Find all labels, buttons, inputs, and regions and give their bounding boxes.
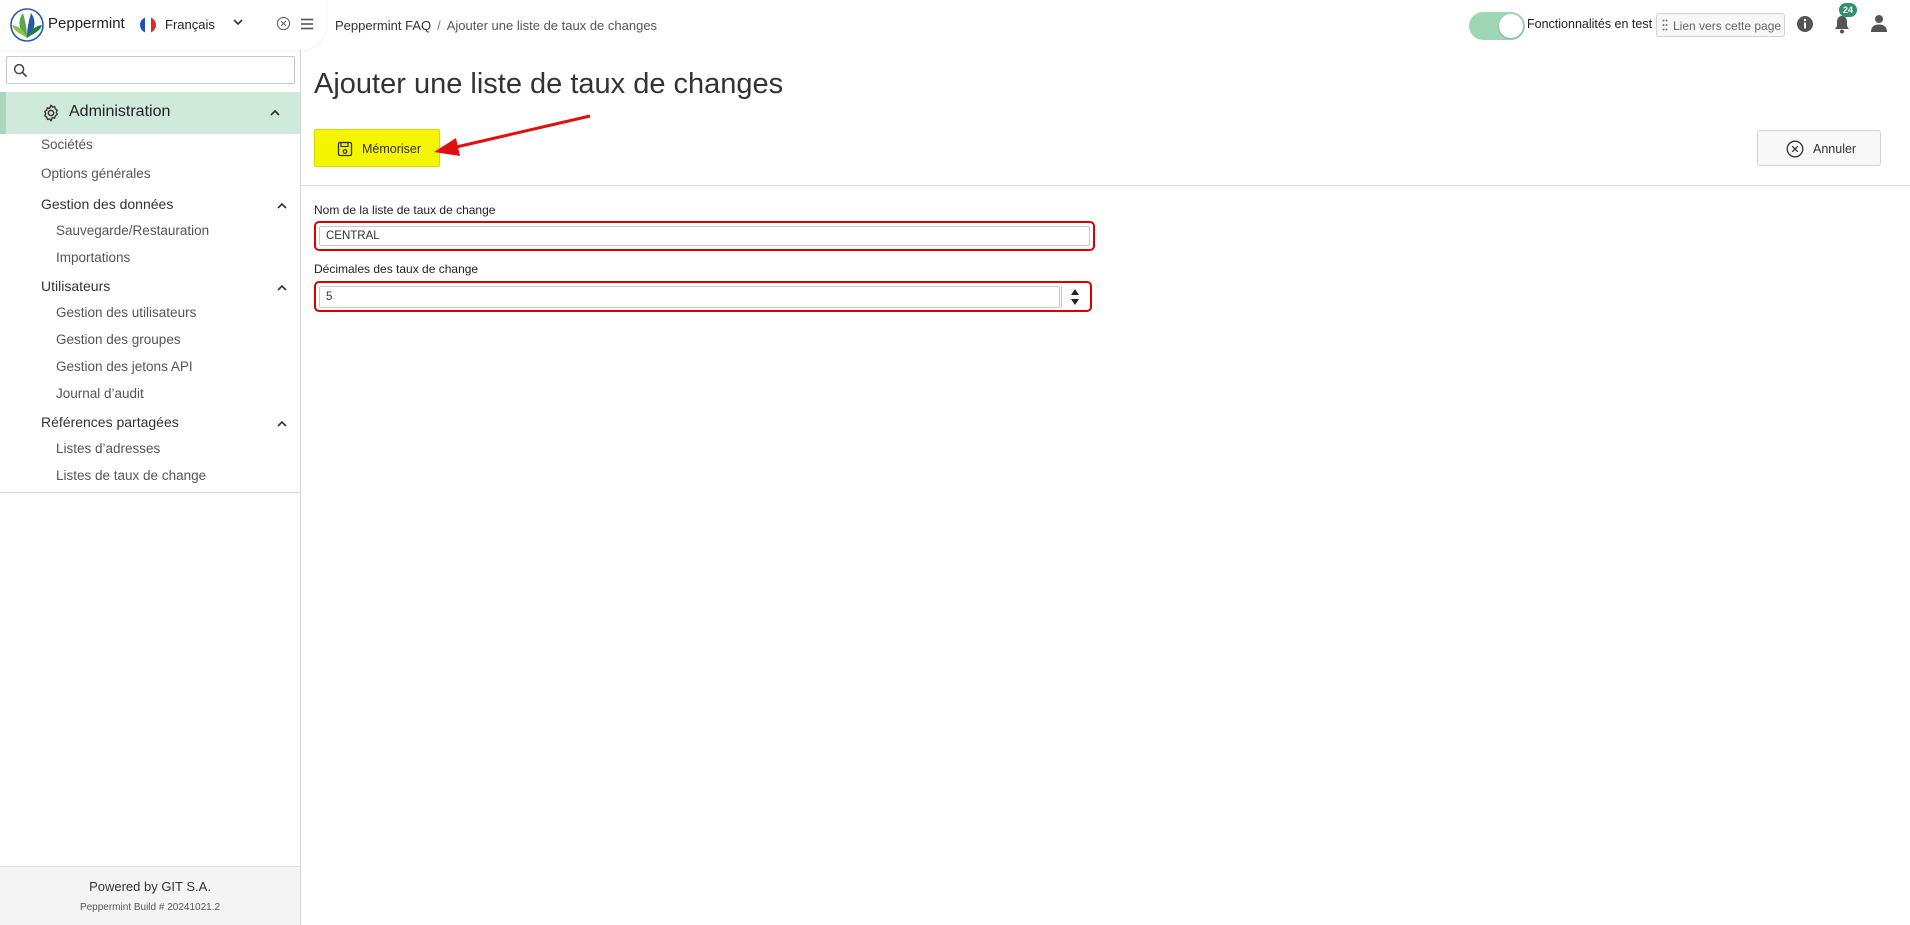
page-link-button[interactable]: Lien vers cette page <box>1656 13 1785 37</box>
sidebar-divider <box>0 492 300 493</box>
gear-icon <box>44 104 58 122</box>
sidebar-item-sauvegarde[interactable]: Sauvegarde/Restauration <box>56 223 209 238</box>
drag-grip-icon <box>1662 19 1668 31</box>
stepper-down-icon[interactable] <box>1071 299 1079 305</box>
save-button[interactable]: Mémoriser <box>314 129 440 167</box>
sidebar-section-administration[interactable]: Administration <box>0 92 300 134</box>
breadcrumb: Peppermint FAQ / Ajouter une liste de taux… <box>335 18 657 33</box>
sidebar-item-gestion-utilisateurs[interactable]: Gestion des utilisateurs <box>56 305 196 320</box>
cancel-button[interactable]: Annuler <box>1757 130 1881 166</box>
bell-icon[interactable] <box>1833 14 1851 34</box>
build-number: Peppermint Build # 20241021.2 <box>79 902 221 913</box>
sidebar-item-options-generales[interactable]: Options générales <box>41 166 151 181</box>
page-title: Ajouter une liste de taux de changes <box>314 68 784 100</box>
sidebar-group-gestion-donnees[interactable]: Gestion des données <box>41 196 173 212</box>
chevron-up-icon[interactable] <box>268 106 282 120</box>
hamburger-menu-icon[interactable] <box>300 17 314 31</box>
annotation-arrow-icon <box>434 114 591 156</box>
page-link-label: Lien vers cette page <box>1673 19 1782 33</box>
sidebar-section-label: Administration <box>69 103 171 120</box>
breadcrumb-home-link[interactable]: Peppermint FAQ <box>335 18 431 33</box>
decimals-stepper[interactable] <box>1061 286 1087 308</box>
sidebar-item-journal-audit[interactable]: Journal d’audit <box>56 386 144 401</box>
save-icon <box>337 141 353 157</box>
peppermint-logo-icon[interactable] <box>9 7 45 43</box>
features-toggle[interactable] <box>1469 12 1525 40</box>
brand-bar: Peppermint Français <box>0 0 326 50</box>
stepper-up-icon[interactable] <box>1071 289 1079 295</box>
france-flag-icon <box>140 17 156 33</box>
sidebar-search[interactable] <box>6 56 295 84</box>
decimals-field[interactable] <box>319 286 1060 308</box>
chevron-up-icon[interactable] <box>275 281 289 295</box>
sidebar-footer: Powered by GIT S.A. Peppermint Build # 2… <box>0 866 300 925</box>
save-button-label: Mémoriser <box>362 142 422 156</box>
decimals-field-highlight <box>314 281 1092 312</box>
close-circle-icon <box>1786 140 1804 158</box>
sidebar-item-gestion-groupes[interactable]: Gestion des groupes <box>56 332 181 347</box>
decimals-field-label: Décimales des taux de change <box>314 262 479 276</box>
toolbar-divider <box>301 185 1910 186</box>
features-label: Fonctionnalités en test <box>1527 17 1653 31</box>
name-field-highlight <box>314 221 1095 251</box>
sidebar-item-jetons-api[interactable]: Gestion des jetons API <box>56 359 193 374</box>
sidebar: Administration Sociétés Options générale… <box>0 0 301 925</box>
chevron-down-icon[interactable] <box>231 15 245 29</box>
chevron-up-icon[interactable] <box>275 417 289 431</box>
cancel-button-label: Annuler <box>1813 142 1857 156</box>
name-field-label: Nom de la liste de taux de change <box>314 203 496 217</box>
powered-by: Powered by GIT S.A. <box>89 879 211 894</box>
breadcrumb-separator: / <box>437 18 441 33</box>
info-icon[interactable] <box>1796 15 1814 33</box>
sidebar-group-utilisateurs[interactable]: Utilisateurs <box>41 278 110 294</box>
search-input[interactable] <box>33 60 288 80</box>
toggle-knob <box>1499 14 1523 38</box>
breadcrumb-current: Ajouter une liste de taux de changes <box>446 18 658 33</box>
sidebar-group-references[interactable]: Références partagées <box>41 414 179 430</box>
search-icon <box>13 63 28 78</box>
chevron-up-icon[interactable] <box>275 199 289 213</box>
language-selector[interactable]: Français <box>165 17 215 32</box>
notification-badge: 24 <box>1839 3 1857 17</box>
sidebar-item-importations[interactable]: Importations <box>56 250 130 265</box>
sidebar-item-listes-adresses[interactable]: Listes d’adresses <box>56 441 160 456</box>
user-icon[interactable] <box>1870 14 1888 32</box>
sidebar-item-listes-taux-change[interactable]: Listes de taux de change <box>56 468 206 483</box>
close-circle-icon[interactable] <box>276 16 291 31</box>
sidebar-item-societes[interactable]: Sociétés <box>41 137 93 152</box>
app-name: Peppermint <box>48 15 125 32</box>
name-field[interactable] <box>319 226 1090 246</box>
